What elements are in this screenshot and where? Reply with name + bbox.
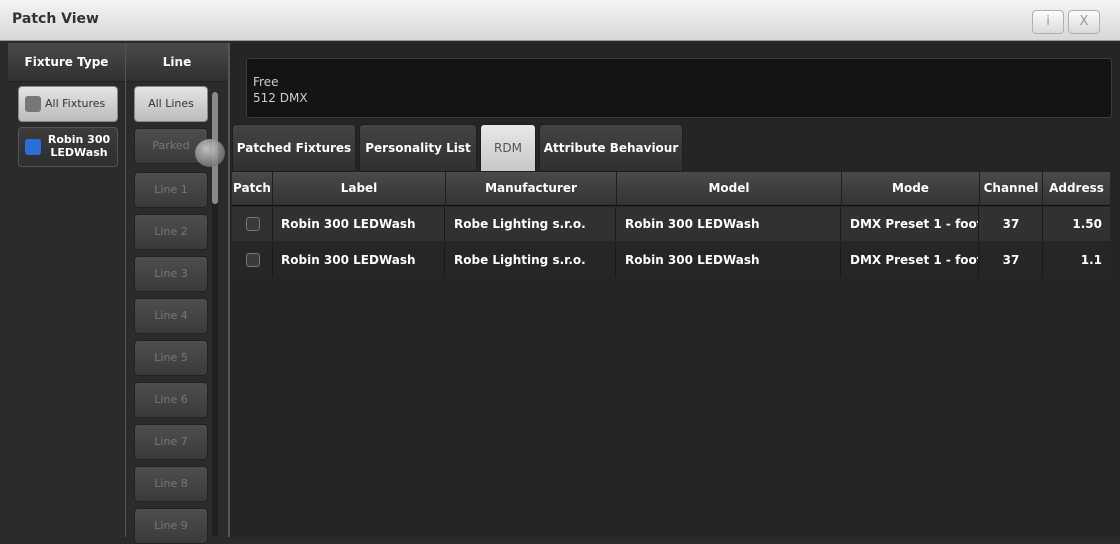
line-button-label: Line 9 <box>154 519 188 532</box>
col-patch[interactable]: Patch <box>232 172 273 205</box>
line-button-label: Line 6 <box>154 393 188 406</box>
line-button-0[interactable]: All Lines <box>134 86 208 122</box>
fixture-color-swatch-icon <box>25 139 41 155</box>
line-button-label: Line 4 <box>154 309 188 322</box>
line-button-label: Line 8 <box>154 477 188 490</box>
free-dmx-info: Free 512 DMX <box>246 58 1112 118</box>
line-button-6[interactable]: Line 5 <box>134 340 208 376</box>
cell-label: Robin 300 LEDWash <box>273 207 445 241</box>
info-dmx: 512 DMX <box>253 91 308 105</box>
cell-mode: DMX Preset 1 - footpri <box>842 243 979 277</box>
patch-checkbox[interactable] <box>246 253 260 267</box>
line-button-label: Line 1 <box>154 183 188 196</box>
cell-mode: DMX Preset 1 - footpri <box>842 207 979 241</box>
line-button-7[interactable]: Line 6 <box>134 382 208 418</box>
scroll-knob-icon[interactable] <box>195 139 225 167</box>
cell-manufacturer: Robe Lighting s.r.o. <box>446 243 616 277</box>
all-fixtures-button[interactable]: All Fixtures <box>18 86 118 122</box>
patch-cell <box>232 207 273 241</box>
cell-address: 1.1 <box>1080 253 1102 267</box>
line-button-5[interactable]: Line 4 <box>134 298 208 334</box>
cell-address: 1.50 <box>1072 217 1102 231</box>
tab-personality-list[interactable]: Personality List <box>359 124 477 172</box>
cell-channel: 37 <box>980 207 1043 241</box>
cell-manufacturer: Robe Lighting s.r.o. <box>446 207 616 241</box>
line-button-label: All Lines <box>148 97 194 110</box>
tab-patched-fixtures[interactable]: Patched Fixtures <box>232 124 356 172</box>
all-fixtures-label: All Fixtures <box>45 97 106 110</box>
col-address[interactable]: Address <box>1043 172 1110 205</box>
fixture-label: Robin 300 LEDWash <box>47 133 111 159</box>
line-button-3[interactable]: Line 2 <box>134 214 208 250</box>
cell-channel: 37 <box>980 243 1043 277</box>
col-label[interactable]: Label <box>273 172 446 205</box>
line-button-9[interactable]: Line 8 <box>134 466 208 502</box>
line-button-label: Line 7 <box>154 435 188 448</box>
fixture-type-header: Fixture Type <box>8 43 125 82</box>
info-button[interactable]: i <box>1032 10 1064 34</box>
line-button-label: Line 5 <box>154 351 188 364</box>
cell-model: Robin 300 LEDWash <box>617 243 841 277</box>
line-button-10[interactable]: Line 9 <box>134 508 208 544</box>
line-button-label: Line 2 <box>154 225 188 238</box>
line-button-2[interactable]: Line 1 <box>134 172 208 208</box>
all-fixtures-swatch-icon <box>25 96 41 112</box>
tab-attribute-behaviour[interactable]: Attribute Behaviour <box>539 124 683 172</box>
line-button-8[interactable]: Line 7 <box>134 424 208 460</box>
patch-cell <box>232 243 273 277</box>
table-header: Patch Label Manufacturer Model Mode Chan… <box>232 172 1110 206</box>
fixture-robin-300-button[interactable]: Robin 300 LEDWash <box>18 127 118 167</box>
cell-label: Robin 300 LEDWash <box>273 243 445 277</box>
table-row[interactable]: Robin 300 LEDWash Robe Lighting s.r.o. Rob… <box>232 243 1110 277</box>
info-free: Free <box>253 75 279 89</box>
patch-checkbox[interactable] <box>246 217 260 231</box>
window-title: Patch View <box>12 11 99 27</box>
tab-rdm[interactable]: RDM <box>480 124 536 172</box>
col-manufacturer[interactable]: Manufacturer <box>446 172 617 205</box>
line-button-label: Parked <box>152 139 190 152</box>
col-model[interactable]: Model <box>617 172 842 205</box>
line-button-label: Line 3 <box>154 267 188 280</box>
title-bar: Patch View i X <box>0 0 1120 41</box>
close-button[interactable]: X <box>1068 10 1100 34</box>
line-button-4[interactable]: Line 3 <box>134 256 208 292</box>
cell-model: Robin 300 LEDWash <box>617 207 841 241</box>
col-channel[interactable]: Channel <box>980 172 1043 205</box>
line-header: Line <box>126 43 228 82</box>
col-mode[interactable]: Mode <box>842 172 980 205</box>
table-row[interactable]: Robin 300 LEDWash Robe Lighting s.r.o. Rob… <box>232 207 1110 241</box>
